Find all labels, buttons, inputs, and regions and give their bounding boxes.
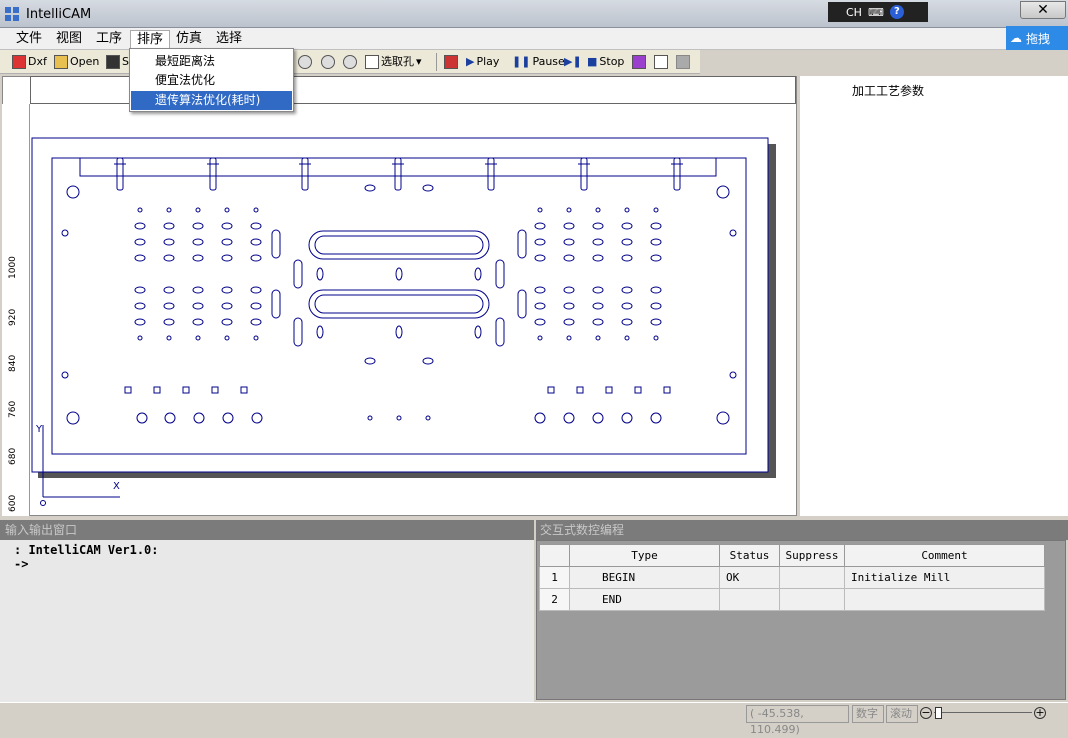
num-lock-indicator: 数字 <box>852 705 884 723</box>
cell-status[interactable]: OK <box>719 566 780 589</box>
column-suppress[interactable]: Suppress <box>779 544 845 567</box>
row-number: 1 <box>539 566 570 589</box>
cloud-label: 拖拽 <box>1026 31 1051 46</box>
column-type[interactable]: Type <box>569 544 720 567</box>
nc-program-table: Type Status Suppress Comment 1 BEGIN OK … <box>539 544 1045 611</box>
cad-drawing: X Y <box>31 137 776 506</box>
sort-dropdown-menu: 最短距离法 便宜法优化 遗传算法优化(耗时) <box>129 48 294 112</box>
table-row[interactable]: 1 BEGIN OK Initialize Mill <box>539 566 1045 589</box>
menu-cheap-optimization[interactable]: 便宜法优化 <box>131 71 292 90</box>
cell-status[interactable] <box>719 588 780 611</box>
io-window-header: 输入输出窗口 <box>0 520 534 540</box>
row-number: 2 <box>539 588 570 611</box>
zoom-slider-thumb[interactable] <box>935 707 942 719</box>
sheet-outline <box>31 137 769 473</box>
table-corner <box>539 544 570 567</box>
properties-title: 加工工艺参数 <box>852 84 925 98</box>
io-console[interactable]: : IntelliCAM Ver1.0: -> <box>0 540 534 702</box>
nc-window-header: 交互式数控编程 <box>536 520 1068 540</box>
zoom-in-icon[interactable]: + <box>1034 707 1046 719</box>
menu-genetic-algorithm[interactable]: 遗传算法优化(耗时) <box>131 91 292 110</box>
console-line: : IntelliCAM Ver1.0: <box>14 543 159 557</box>
ime-toolbar[interactable]: CH ⌨ ? <box>828 2 928 22</box>
cell-suppress[interactable] <box>779 588 845 611</box>
scroll-lock-indicator: 滚动 <box>886 705 918 723</box>
coordinate-readout: ( -45.538, 110.499) <box>746 705 849 736</box>
cloud-icon: ☁ <box>1010 31 1022 45</box>
cell-type[interactable]: END <box>569 588 720 611</box>
console-prompt: -> <box>14 557 29 571</box>
cell-comment[interactable]: Initialize Mill <box>844 566 1045 589</box>
help-icon[interactable]: ? <box>889 5 904 19</box>
table-row[interactable]: 2 END <box>539 588 1045 611</box>
cell-type[interactable]: BEGIN <box>569 566 720 589</box>
column-comment[interactable]: Comment <box>844 544 1045 567</box>
cloud-button[interactable]: ☁ 拖拽 <box>1006 26 1068 50</box>
zoom-out-icon[interactable]: − <box>920 707 932 719</box>
cell-suppress[interactable] <box>779 566 845 589</box>
cell-comment[interactable] <box>844 588 1045 611</box>
x-axis-label: X <box>113 481 120 492</box>
column-status[interactable]: Status <box>719 544 780 567</box>
keyboard-icon[interactable]: ⌨ <box>868 6 884 19</box>
close-button[interactable]: ✕ <box>1020 1 1066 19</box>
properties-panel <box>800 76 1068 516</box>
menu-shortest-distance[interactable]: 最短距离法 <box>131 52 292 71</box>
zoom-slider[interactable] <box>934 712 1032 713</box>
y-axis-label: Y <box>35 424 43 435</box>
origin-marker <box>40 500 46 506</box>
ime-lang-label[interactable]: CH <box>846 6 862 19</box>
status-bar: ( -45.538, 110.499) 数字 滚动 − + <box>0 702 1068 736</box>
